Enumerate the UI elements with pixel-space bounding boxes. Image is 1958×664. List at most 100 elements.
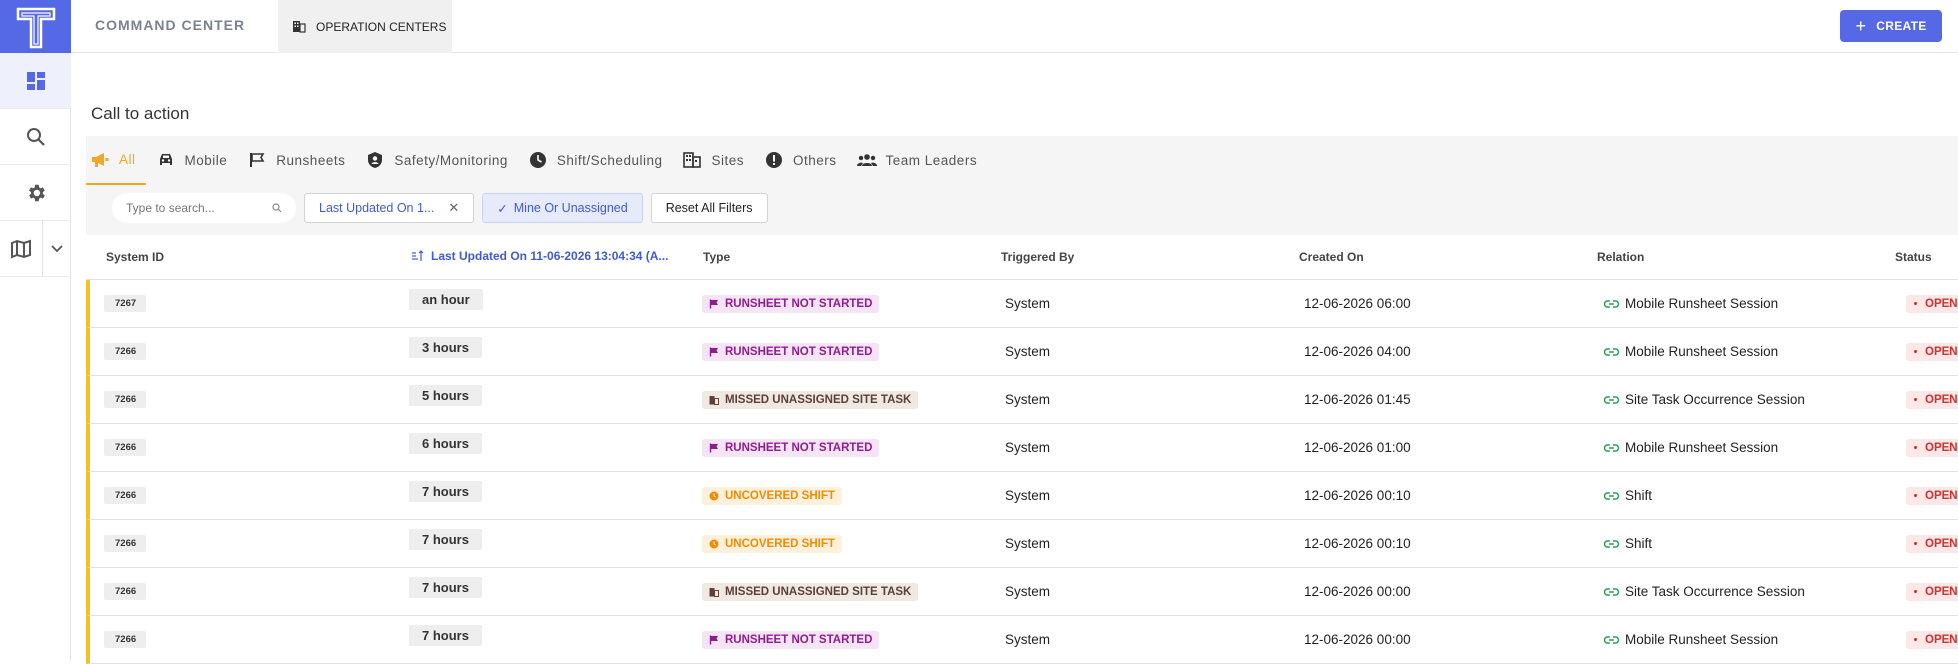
mine-or-unassigned-chip[interactable]: ✓ Mine Or Unassigned bbox=[482, 193, 643, 223]
sidebar-item-map[interactable] bbox=[0, 221, 71, 277]
clock-icon bbox=[709, 491, 719, 500]
app-logo[interactable] bbox=[0, 0, 71, 53]
megaphone-icon bbox=[90, 150, 110, 170]
status-dot-icon bbox=[1914, 350, 1917, 353]
system-id-badge[interactable]: 7266 bbox=[104, 631, 147, 648]
table-row[interactable]: 7266 3 hours RUNSHEET NOT STARTED System… bbox=[86, 328, 1958, 376]
link-icon bbox=[1604, 299, 1619, 308]
tab-safety-monitoring[interactable]: Safety/Monitoring bbox=[361, 136, 518, 184]
search-icon bbox=[272, 203, 282, 213]
tab-all[interactable]: All bbox=[86, 136, 146, 185]
status-dot-icon bbox=[1914, 590, 1917, 593]
relation-link[interactable]: Site Task Occurrence Session bbox=[1604, 584, 1805, 599]
relation-link[interactable]: Shift bbox=[1604, 488, 1652, 503]
tab-mobile[interactable]: Mobile bbox=[152, 136, 238, 184]
type-label: MISSED UNASSIGNED SITE TASK bbox=[725, 585, 912, 598]
table-row[interactable]: 7266 7 hours UNCOVERED SHIFT System 12-0… bbox=[86, 472, 1958, 520]
system-id-badge[interactable]: 7266 bbox=[104, 439, 147, 456]
status-label: OPEN bbox=[1925, 537, 1958, 550]
status-cell: OPEN bbox=[1906, 424, 1958, 471]
relation-cell[interactable]: Shift bbox=[1604, 472, 1652, 519]
sort-icon bbox=[412, 250, 424, 261]
relation-link[interactable]: Mobile Runsheet Session bbox=[1604, 440, 1778, 455]
header-triggered-by[interactable]: Triggered By bbox=[1001, 250, 1074, 264]
tab-operation-centers[interactable]: OPERATION CENTERS bbox=[278, 0, 452, 53]
header-type[interactable]: Type bbox=[703, 250, 730, 264]
system-id-badge[interactable]: 7266 bbox=[104, 343, 147, 360]
sidebar-item-settings[interactable] bbox=[0, 165, 71, 221]
tab-others[interactable]: Others bbox=[760, 136, 847, 184]
type-badge: UNCOVERED SHIFT bbox=[702, 486, 842, 505]
relation-link[interactable]: Shift bbox=[1604, 536, 1652, 551]
relation-link[interactable]: Mobile Runsheet Session bbox=[1604, 344, 1778, 359]
table-row[interactable]: 7266 7 hours MISSED UNASSIGNED SITE TASK… bbox=[86, 568, 1958, 616]
system-id-badge[interactable]: 7267 bbox=[104, 295, 147, 312]
date-filter-chip[interactable]: Last Updated On 1... ✕ bbox=[304, 193, 475, 223]
car-icon bbox=[156, 150, 176, 170]
tab-sites-label: Sites bbox=[711, 152, 744, 168]
search-icon bbox=[26, 127, 45, 146]
link-icon bbox=[1604, 443, 1619, 452]
status-dot-icon bbox=[1914, 494, 1917, 497]
status-dot-icon bbox=[1914, 542, 1917, 545]
map-button[interactable] bbox=[0, 221, 43, 276]
system-id-cell: 7266 bbox=[104, 568, 147, 615]
reset-filters-button[interactable]: Reset All Filters bbox=[650, 193, 768, 223]
brand-title: COMMAND CENTER bbox=[95, 17, 246, 33]
category-tabs: All Mobile Runsheets Safety/Monitoring S… bbox=[86, 136, 993, 185]
search-input[interactable]: Type to search... bbox=[112, 193, 296, 223]
link-icon bbox=[1604, 539, 1619, 548]
tab-team-leaders-label: Team Leaders bbox=[885, 152, 978, 168]
created-on-cell: 12-06-2026 04:00 bbox=[1304, 344, 1411, 359]
map-expand-button[interactable] bbox=[43, 244, 71, 253]
relation-label: Site Task Occurrence Session bbox=[1625, 392, 1805, 407]
link-icon bbox=[1604, 395, 1619, 404]
header-relation[interactable]: Relation bbox=[1597, 250, 1644, 264]
system-id-badge[interactable]: 7266 bbox=[104, 487, 147, 504]
tab-shift-scheduling[interactable]: Shift/Scheduling bbox=[524, 136, 673, 184]
system-id-badge[interactable]: 7266 bbox=[104, 535, 147, 552]
tab-sites[interactable]: Sites bbox=[678, 136, 754, 184]
system-id-badge[interactable]: 7266 bbox=[104, 583, 147, 600]
type-cell: MISSED UNASSIGNED SITE TASK bbox=[702, 376, 919, 423]
status-label: OPEN bbox=[1925, 585, 1958, 598]
relation-cell[interactable]: Mobile Runsheet Session bbox=[1604, 616, 1778, 663]
relation-link[interactable]: Mobile Runsheet Session bbox=[1604, 296, 1778, 311]
type-label: UNCOVERED SHIFT bbox=[725, 537, 835, 550]
type-badge: MISSED UNASSIGNED SITE TASK bbox=[702, 390, 919, 409]
clock-icon bbox=[709, 539, 719, 548]
header-last-updated[interactable]: Last Updated On 11-06-2026 13:04:34 (A..… bbox=[411, 249, 668, 263]
tab-team-leaders[interactable]: Team Leaders bbox=[853, 136, 988, 184]
table-row[interactable]: 7266 6 hours RUNSHEET NOT STARTED System… bbox=[86, 424, 1958, 472]
relation-cell[interactable]: Mobile Runsheet Session bbox=[1604, 328, 1778, 375]
status-label: OPEN bbox=[1925, 345, 1958, 358]
relation-cell[interactable]: Mobile Runsheet Session bbox=[1604, 424, 1778, 471]
relation-cell[interactable]: Mobile Runsheet Session bbox=[1604, 280, 1778, 327]
header-created-on[interactable]: Created On bbox=[1299, 250, 1364, 264]
status-label: OPEN bbox=[1925, 393, 1958, 406]
relation-cell[interactable]: Site Task Occurrence Session bbox=[1604, 376, 1805, 423]
table-row[interactable]: 7266 5 hours MISSED UNASSIGNED SITE TASK… bbox=[86, 376, 1958, 424]
table-row[interactable]: 7266 7 hours UNCOVERED SHIFT System 12-0… bbox=[86, 520, 1958, 568]
relation-cell[interactable]: Shift bbox=[1604, 520, 1652, 567]
header-system-id[interactable]: System ID bbox=[106, 250, 164, 264]
sidebar-item-search[interactable] bbox=[0, 109, 71, 165]
header-status[interactable]: Status bbox=[1895, 250, 1932, 264]
type-badge: RUNSHEET NOT STARTED bbox=[702, 342, 880, 361]
create-button[interactable]: + CREATE bbox=[1840, 10, 1942, 42]
relation-cell[interactable]: Site Task Occurrence Session bbox=[1604, 568, 1805, 615]
sidebar-item-dashboard[interactable] bbox=[0, 53, 71, 109]
tab-runsheets[interactable]: Runsheets bbox=[243, 136, 355, 184]
relation-link[interactable]: Mobile Runsheet Session bbox=[1604, 632, 1778, 647]
building-icon bbox=[293, 21, 306, 33]
table-row[interactable]: 7267 an hour RUNSHEET NOT STARTED System… bbox=[86, 280, 1958, 328]
type-badge: RUNSHEET NOT STARTED bbox=[702, 438, 880, 457]
status-dot-icon bbox=[1914, 398, 1917, 401]
flag-icon bbox=[709, 443, 718, 452]
system-id-cell: 7266 bbox=[104, 376, 147, 423]
close-icon[interactable]: ✕ bbox=[448, 200, 459, 216]
dashboard-icon bbox=[26, 71, 45, 90]
table-row[interactable]: 7266 7 hours RUNSHEET NOT STARTED System… bbox=[86, 616, 1958, 664]
system-id-badge[interactable]: 7266 bbox=[104, 391, 147, 408]
relation-link[interactable]: Site Task Occurrence Session bbox=[1604, 392, 1805, 407]
